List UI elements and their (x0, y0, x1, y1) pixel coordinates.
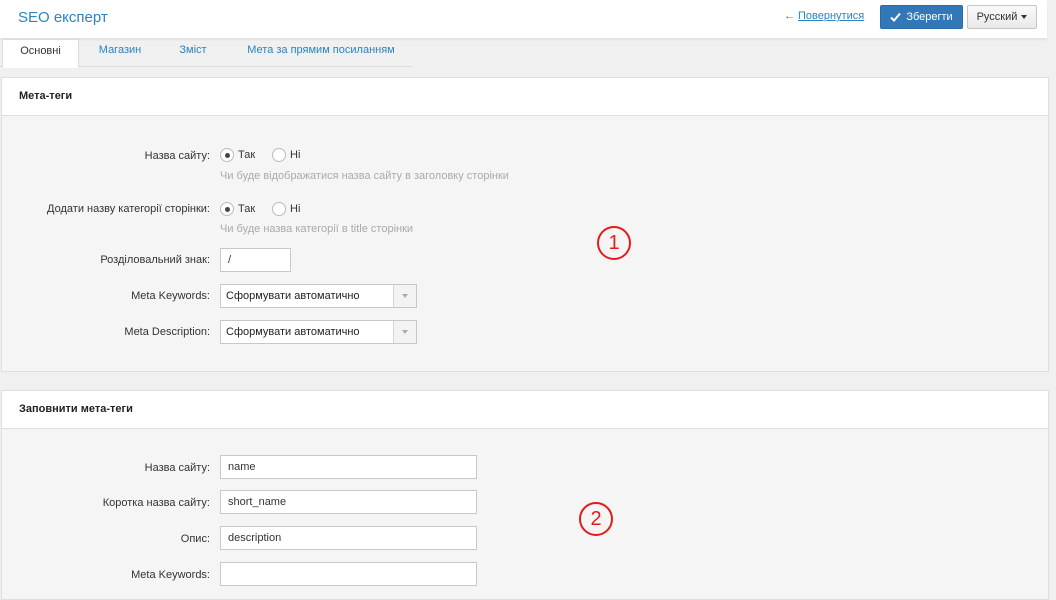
checkmark-icon (890, 12, 902, 22)
meta-description-label: Meta Description: (124, 326, 210, 338)
marker-1: 1 (597, 226, 631, 260)
description-input[interactable]: description (220, 526, 477, 550)
radio-label: Так (238, 149, 256, 161)
tab-content-label: Зміст (179, 44, 207, 56)
tab-content[interactable]: Зміст (164, 39, 222, 67)
short-name-label: Коротка назва сайту: (102, 497, 210, 509)
language-label: Русский (976, 11, 1018, 23)
radio-circle (272, 202, 286, 216)
radio-circle (220, 148, 234, 162)
caret-down-icon (1021, 15, 1028, 19)
separator-label: Розділовальний знак: (100, 254, 210, 266)
short-name-input[interactable]: short_name (220, 490, 477, 514)
category-name-no-radio[interactable]: Ні (272, 202, 300, 216)
radio-dot (224, 152, 230, 158)
top-bar: SEO експерт ← Повернутися Зберегти Русски… (0, 0, 1047, 39)
back-link[interactable]: ← Повернутися (784, 10, 864, 22)
radio-circle (272, 148, 286, 162)
radio-label: Так (238, 203, 256, 215)
tab-meta-direct-link[interactable]: Мета за прямим посиланням (236, 39, 406, 67)
radio-dot (224, 206, 230, 212)
category-name-label: Додати назву категорії сторінки: (47, 203, 210, 215)
radio-circle (220, 202, 234, 216)
meta-description-select[interactable]: Сформувати автоматично (220, 320, 417, 344)
fill-meta-keywords-label: Meta Keywords: (131, 569, 210, 581)
meta-tags-heading: Мета-теги (2, 78, 1048, 116)
meta-keywords-value: Сформувати автоматично (226, 290, 360, 302)
meta-keywords-label: Meta Keywords: (131, 290, 210, 302)
site-name-label: Назва сайту: (144, 150, 210, 162)
save-button-label: Зберегти (906, 11, 953, 23)
save-button[interactable]: Зберегти (880, 5, 963, 29)
tab-bar: Основні Магазин Зміст Мета за прямим пос… (0, 39, 412, 68)
fill-site-name-label: Назва сайту: (144, 462, 210, 474)
radio-label: Ні (290, 203, 301, 215)
meta-tags-panel: Мета-теги Назва сайту: Так Ні Чи буде ві… (1, 77, 1049, 372)
tab-main[interactable]: Основні (2, 39, 79, 68)
fill-meta-heading: Заповнити мета-теги (2, 391, 1048, 429)
site-name-no-radio[interactable]: Ні (272, 148, 300, 162)
fill-meta-panel: Заповнити мета-теги Назва сайту: name Ко… (1, 390, 1049, 600)
page-title: SEO експерт (18, 9, 108, 26)
tab-shop-label: Магазин (98, 44, 142, 56)
radio-label: Ні (290, 149, 301, 161)
site-name-hint: Чи буде відображатися назва сайту в заго… (220, 170, 509, 182)
category-name-hint: Чи буде назва категорії в title сторінки (220, 223, 414, 235)
separator-input[interactable]: / (220, 248, 291, 272)
description-label: Опис: (180, 533, 210, 545)
dropdown-arrow-icon (393, 321, 416, 343)
fill-meta-keywords-input[interactable] (220, 562, 477, 586)
back-link-label: Повернутися (798, 10, 865, 22)
meta-keywords-select[interactable]: Сформувати автоматично (220, 284, 417, 308)
meta-description-value: Сформувати автоматично (226, 326, 360, 338)
tab-shop[interactable]: Магазин (85, 39, 155, 67)
site-name-yes-radio[interactable]: Так (220, 148, 255, 162)
marker-2: 2 (579, 502, 613, 536)
tab-meta-direct-link-label: Мета за прямим посиланням (247, 44, 395, 56)
dropdown-arrow-icon (393, 285, 416, 307)
category-name-yes-radio[interactable]: Так (220, 202, 255, 216)
arrow-left-icon: ← (784, 10, 795, 22)
fill-site-name-input[interactable]: name (220, 455, 477, 479)
language-dropdown[interactable]: Русский (967, 5, 1037, 29)
tab-main-label: Основні (20, 45, 61, 57)
